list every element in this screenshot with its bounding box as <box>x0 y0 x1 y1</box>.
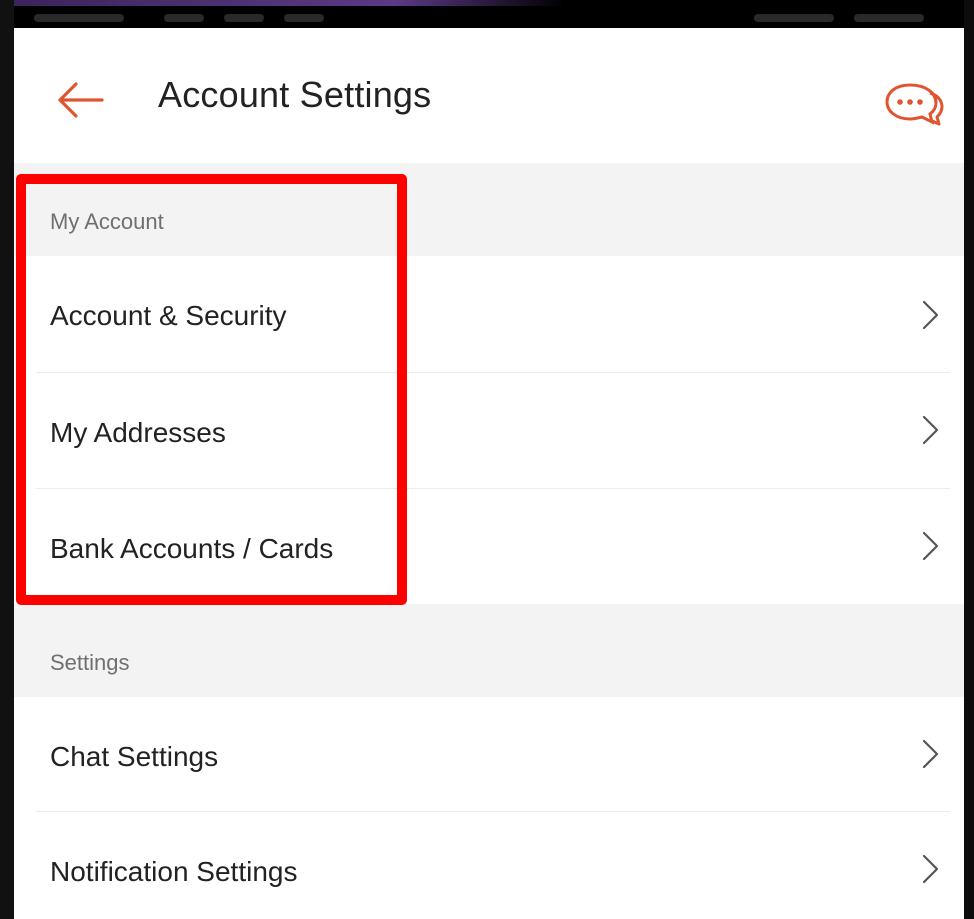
section-label: Settings <box>50 650 130 675</box>
chevron-right-icon <box>922 300 939 330</box>
right-bezel <box>964 0 974 919</box>
app-header: Account Settings <box>14 28 964 163</box>
status-bar-item <box>164 14 204 22</box>
chevron-right-icon <box>922 415 939 445</box>
status-bar <box>14 6 964 28</box>
section-header-my-account: My Account <box>14 163 964 256</box>
list-item-label: Chat Settings <box>50 741 219 772</box>
screenshot-frame: Account Settings My Account Account & Se… <box>0 0 974 919</box>
list-item-chat-settings[interactable]: Chat Settings <box>14 697 964 811</box>
back-button[interactable] <box>50 76 110 124</box>
page-title: Account Settings <box>158 74 432 115</box>
list-item-my-addresses[interactable]: My Addresses <box>14 373 964 488</box>
chat-bubbles-icon <box>885 83 944 126</box>
section-label: My Account <box>50 209 164 234</box>
arrow-left-icon <box>58 82 104 118</box>
status-bar-item <box>854 14 924 22</box>
status-bar-item <box>754 14 834 22</box>
chevron-right-icon <box>922 531 939 561</box>
chat-button[interactable] <box>884 76 944 126</box>
status-bar-item <box>34 14 124 22</box>
list-item-label: Notification Settings <box>50 856 298 887</box>
list-item-label: Account & Security <box>50 300 287 331</box>
list-item-account-security[interactable]: Account & Security <box>14 256 964 372</box>
status-bar-item <box>284 14 324 22</box>
list-item-label: My Addresses <box>50 417 226 448</box>
list-item-notification-settings[interactable]: Notification Settings <box>14 812 964 919</box>
left-bezel <box>0 0 14 919</box>
list-item-label: Bank Accounts / Cards <box>50 533 334 564</box>
section-header-settings: Settings <box>14 604 964 697</box>
chevron-right-icon <box>922 854 939 884</box>
chevron-right-icon <box>922 739 939 769</box>
status-bar-item <box>224 14 264 22</box>
list-item-bank-accounts-cards[interactable]: Bank Accounts / Cards <box>14 489 964 604</box>
